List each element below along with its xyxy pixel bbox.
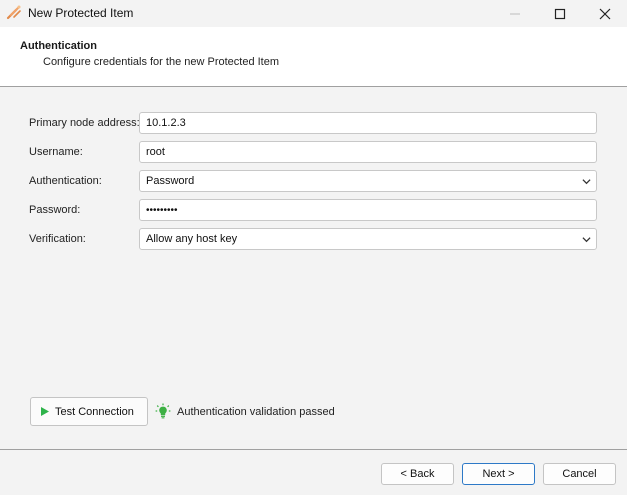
verification-select[interactable]: Allow any host key — [139, 228, 597, 250]
primary-node-label: Primary node address: — [29, 117, 140, 129]
password-input[interactable]: ••••••••• — [139, 199, 597, 221]
play-icon — [41, 407, 49, 416]
primary-node-input[interactable]: 10.1.2.3 — [139, 112, 597, 134]
minimize-icon — [509, 13, 520, 14]
username-label: Username: — [29, 146, 83, 158]
primary-node-value: 10.1.2.3 — [146, 117, 186, 129]
page-subtitle: Configure credentials for the new Protec… — [43, 56, 280, 68]
test-connection-label: Test Connection — [55, 405, 134, 418]
authentication-value: Password — [146, 175, 195, 187]
password-value: ••••••••• — [146, 205, 178, 216]
next-button[interactable]: Next > — [462, 463, 535, 485]
validation-status: Authentication validation passed — [177, 406, 335, 418]
maximize-icon — [554, 8, 565, 19]
authentication-select[interactable]: Password — [139, 170, 597, 192]
cancel-button[interactable]: Cancel — [543, 463, 616, 485]
back-button[interactable]: < Back — [381, 463, 454, 485]
window-title: New Protected Item — [28, 6, 134, 20]
verification-value: Allow any host key — [146, 233, 238, 245]
wand-icon — [6, 5, 21, 20]
chevron-down-icon — [582, 237, 591, 243]
username-input[interactable]: root — [139, 141, 597, 163]
wizard-header: Authentication Configure credentials for… — [0, 27, 627, 87]
close-icon — [599, 8, 610, 19]
verification-label: Verification: — [29, 233, 86, 245]
test-connection-button[interactable]: Test Connection — [30, 397, 148, 426]
dialog-window: New Protected Item Authentication Config… — [0, 0, 627, 495]
page-title: Authentication — [20, 40, 97, 52]
password-label: Password: — [29, 204, 81, 216]
maximize-button[interactable] — [537, 0, 582, 27]
lightbulb-icon — [155, 403, 171, 419]
chevron-down-icon — [582, 179, 591, 185]
username-value: root — [146, 146, 165, 158]
close-button[interactable] — [582, 0, 627, 27]
minimize-button[interactable] — [492, 0, 537, 27]
authentication-label: Authentication: — [29, 175, 102, 187]
title-bar[interactable]: New Protected Item — [0, 0, 627, 27]
